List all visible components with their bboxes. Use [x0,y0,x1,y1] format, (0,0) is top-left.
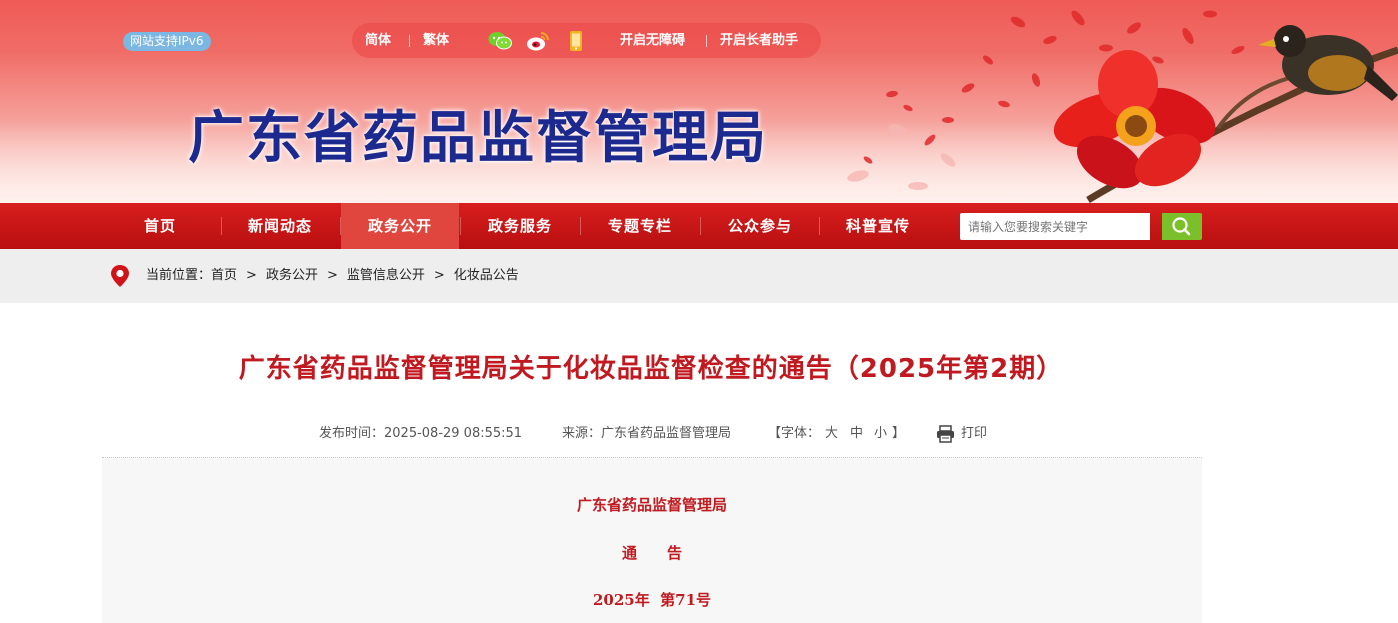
lang-traditional-link[interactable]: 繁体 [423,23,449,58]
article-title: 广东省药品监督管理局关于化妆品监督检查的通告（2025年第2期） [238,354,1064,384]
wechat-icon[interactable] [488,30,512,52]
printer-icon[interactable] [936,425,955,450]
breadcrumb-separator: > [246,268,257,283]
lang-simplified-link[interactable]: 简体 [365,23,391,58]
body-issuer: 广东省药品监督管理局 [576,496,727,514]
article-source: 来源：广东省药品监督管理局 [562,426,732,441]
publish-time: 发布时间：2025-08-29 08:55:51 [319,426,523,441]
nav-item-services[interactable]: 政务服务 [461,203,579,249]
nav-item-topics[interactable]: 专题专栏 [581,203,699,249]
font-small-button[interactable]: 小 [874,424,887,444]
site-title: 广东省药品监督管理局 [188,105,768,171]
font-medium-button[interactable]: 中 [850,424,863,444]
nav-item-government-affairs[interactable]: 政务公开 [341,203,459,249]
mobile-icon[interactable] [568,30,590,52]
nav-item-science[interactable]: 科普宣传 [819,203,937,249]
breadcrumb-separator: > [433,268,445,283]
nav-item-home[interactable]: 首页 [101,203,219,249]
font-size-label: 【字体： [768,426,821,441]
toolbar-divider [409,35,410,47]
location-pin-icon [111,265,129,287]
body-doc-number: 2025年 第71号 [592,591,712,609]
search-icon [1172,217,1191,236]
body-doc-type: 通 告 [621,544,682,562]
accessibility-link[interactable]: 开启无障碍 [620,23,685,58]
breadcrumb-separator: > [326,268,338,283]
weibo-icon[interactable] [526,30,549,52]
breadcrumb-trail: 当前位置：首页 > 政务公开 > 监管信息公开 > 化妆品公告 [146,249,519,303]
article-meta: 发布时间：2025-08-29 08:55:51 来源：广东省药品监督管理局 【… [0,424,1398,444]
ipv6-badge: 网站支持IPv6 [123,32,211,51]
search-button[interactable] [1162,213,1202,240]
font-large-button[interactable]: 大 [825,424,838,444]
header-banner: 网站支持IPv6 简体 繁体 开启无障碍 开启长者助手 广东省药品监督管理局 [0,0,1398,203]
toolbar-divider [706,35,707,47]
breadcrumb-prefix: 当前位置： [146,268,212,283]
article-body: 广东省药品监督管理局 通 告 2025年 第71号 [102,458,1202,623]
main-nav: 首页 新闻动态 政务公开 政务服务 专题专栏 公众参与 科普宣传 [0,203,1398,249]
breadcrumb: 当前位置：首页 > 政务公开 > 监管信息公开 > 化妆品公告 [0,249,1398,303]
breadcrumb-link-government-affairs[interactable]: 政务公开 [266,249,318,303]
breadcrumb-link-cosmetics-notice[interactable]: 化妆品公告 [454,249,519,303]
breadcrumb-link-home[interactable]: 首页 [211,249,237,303]
search-input[interactable] [960,213,1150,240]
elder-mode-link[interactable]: 开启长者助手 [720,23,798,58]
top-toolbar: 简体 繁体 开启无障碍 开启长者助手 [352,23,821,58]
breadcrumb-link-regulatory-info[interactable]: 监管信息公开 [347,249,425,303]
search-box [960,213,1202,240]
banner-flower-illustration [847,10,1398,203]
nav-item-participation[interactable]: 公众参与 [701,203,819,249]
font-size-close: 】 [892,426,906,441]
print-link[interactable]: 打印 [961,424,987,444]
nav-item-news[interactable]: 新闻动态 [221,203,339,249]
